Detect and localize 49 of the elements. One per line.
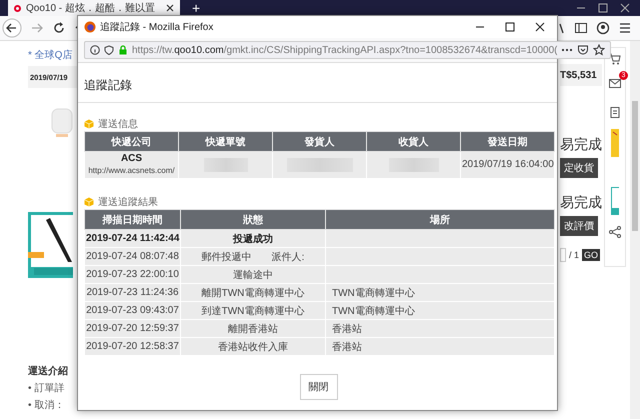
table-cell: 2019-07-23 22:00:10 [84, 266, 180, 284]
column-header: 場所 [326, 210, 554, 230]
table-cell: 運輸途中 [180, 266, 326, 284]
close-button[interactable]: 關閉 [300, 374, 338, 400]
table-cell: 2019-07-24 08:07:48 [84, 248, 180, 266]
column-header: 發送日期 [460, 132, 554, 152]
table-cell: 2019-07-20 12:58:37 [84, 338, 180, 356]
column-header: 收貨人 [366, 132, 460, 152]
section-title: 運送信息 [98, 118, 138, 131]
table-cell: 離開香港站 [180, 320, 326, 338]
column-header: 發貨人 [272, 132, 366, 152]
section-title: 運送追蹤結果 [98, 196, 158, 209]
edit-review-button[interactable]: 改評價 [560, 216, 598, 236]
column-header: 狀態 [180, 210, 326, 230]
table-cell: ACS http://www.acsnets.com/ [84, 152, 178, 178]
table-cell: TWN電商轉運中心 [332, 288, 415, 298]
notice-link[interactable]: * 全球Q店 [28, 48, 77, 62]
table-cell: 2019/07/19 16:04:00 [460, 152, 554, 178]
order-status: 易完成 [560, 194, 602, 212]
table-cell: 2019-07-23 11:24:36 [84, 284, 180, 302]
order-total: T$5,531 [560, 70, 597, 80]
table-cell: 2019-07-20 12:59:37 [84, 320, 180, 338]
go-button[interactable]: GO [582, 249, 600, 261]
table-cell: 投遞成功 [180, 230, 326, 248]
list-item: • 訂單詳 [28, 382, 66, 395]
column-header: 掃描日期時間 [84, 210, 180, 230]
page-heading: 追蹤記錄 [84, 77, 133, 94]
table-cell: 到達TWN電商轉運中心 [180, 302, 326, 320]
section-title: 運送介紹 [28, 364, 69, 378]
address-bar[interactable]: https://tw.qoo10.com/gmkt.inc/CS/ShippingTrackingAPI.aspx?tno=1008532674&transcd=10000( [84, 41, 612, 59]
table-cell: 香港站收件入庫 [180, 338, 326, 356]
list-item: • 取消： [28, 398, 66, 412]
column-header: 快遞公司 [84, 132, 178, 152]
table-cell: 2019-07-23 09:43:07 [84, 302, 180, 320]
table-cell: 香港站 [332, 324, 362, 334]
table-cell: 郵件投遞中 派件人: [180, 248, 326, 266]
order-status: 易完成 [560, 136, 602, 154]
table-cell: 香港站 [332, 342, 362, 352]
window-title: 追蹤記錄 - Mozilla Firefox [100, 20, 214, 34]
url-text: https://tw.qoo10.com/gmkt.inc/CS/ShippingTrackingAPI.aspx?tno=1008532674&transcd=10000( [132, 44, 558, 56]
column-header: 快遞單號 [178, 132, 272, 152]
table-cell: 離開TWN電商轉運中心 [180, 284, 326, 302]
page-count: / 1 [569, 250, 580, 260]
table-cell: TWN電商轉運中心 [332, 306, 415, 316]
browser-tab[interactable]: Qoo10 - 超炫．超酷．難以置 [8, 0, 180, 16]
new-tab-button[interactable]: + [192, 1, 200, 15]
table-cell: 2019-07-24 11:42:44 [84, 230, 180, 248]
confirm-receipt-button[interactable]: 定收貨 [560, 158, 598, 178]
tab-title: Qoo10 - 超炫．超酷．難以置 [26, 2, 156, 15]
